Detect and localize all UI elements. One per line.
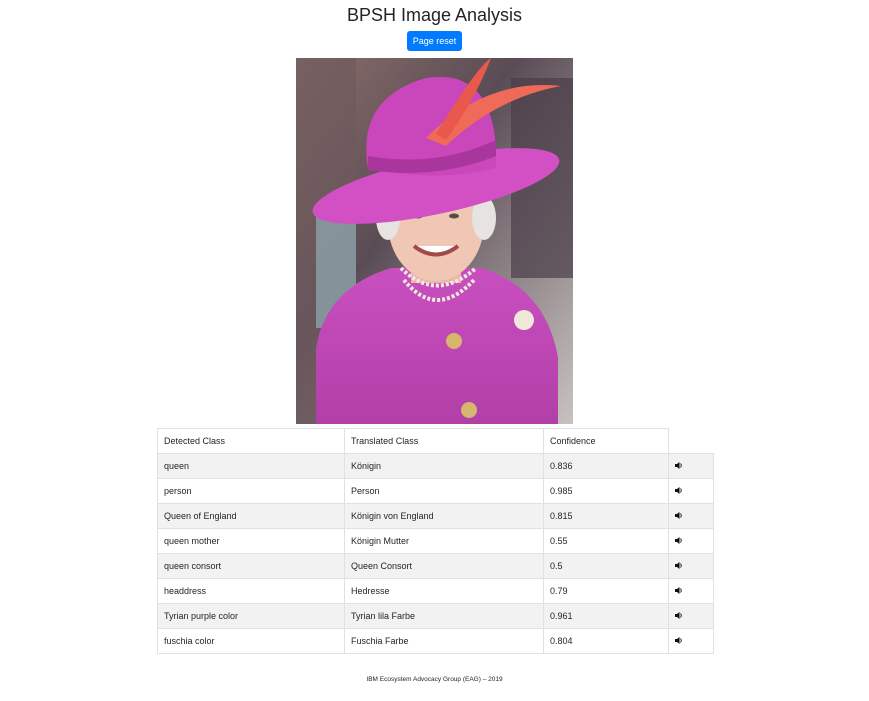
confidence-cell: 0.961 bbox=[543, 603, 669, 629]
confidence-cell: 0.5 bbox=[543, 553, 669, 579]
speaker-icon[interactable] bbox=[675, 486, 683, 496]
table-row: Tyrian purple color Tyrian lila Farbe 0.… bbox=[157, 603, 714, 629]
page-title: BPSH Image Analysis bbox=[346, 5, 523, 25]
translated-class-cell: Fuschia Farbe bbox=[344, 628, 544, 654]
confidence-cell: 0.815 bbox=[543, 503, 669, 529]
footer-text: IBM Ecosystem Advocacy Group (EAG) – 201… bbox=[366, 676, 503, 683]
header-detected-class: Detected Class bbox=[157, 428, 345, 454]
header-translated-class: Translated Class bbox=[344, 428, 544, 454]
detected-class-cell: fuschia color bbox=[157, 628, 345, 654]
header-empty bbox=[669, 429, 714, 454]
play-audio-button[interactable] bbox=[668, 478, 714, 504]
speaker-icon[interactable] bbox=[675, 511, 683, 521]
play-audio-button[interactable] bbox=[668, 603, 714, 629]
page-reset-button[interactable]: Page reset bbox=[407, 31, 462, 51]
table-row: queen consort Queen Consort 0.5 bbox=[157, 553, 714, 579]
table-row: person Person 0.985 bbox=[157, 478, 714, 504]
play-audio-button[interactable] bbox=[668, 628, 714, 654]
detected-class-cell: person bbox=[157, 478, 345, 504]
confidence-cell: 0.55 bbox=[543, 528, 669, 554]
speaker-icon[interactable] bbox=[675, 636, 683, 646]
translated-class-cell: Königin bbox=[344, 453, 544, 479]
header-confidence: Confidence bbox=[543, 428, 669, 454]
speaker-icon[interactable] bbox=[675, 536, 683, 546]
table-row: fuschia color Fuschia Farbe 0.804 bbox=[157, 628, 714, 654]
translated-class-cell: Königin Mutter bbox=[344, 528, 544, 554]
speaker-icon[interactable] bbox=[675, 586, 683, 596]
speaker-icon[interactable] bbox=[675, 611, 683, 621]
play-audio-button[interactable] bbox=[668, 553, 714, 579]
detected-class-cell: headdress bbox=[157, 578, 345, 604]
translated-class-cell: Königin von England bbox=[344, 503, 544, 529]
table-row: Queen of England Königin von England 0.8… bbox=[157, 503, 714, 529]
confidence-cell: 0.79 bbox=[543, 578, 669, 604]
translated-class-cell: Queen Consort bbox=[344, 553, 544, 579]
table-header-row: Detected Class Translated Class Confiden… bbox=[157, 428, 714, 454]
analyzed-image bbox=[296, 58, 573, 424]
detected-class-cell: queen consort bbox=[157, 553, 345, 579]
detected-class-cell: queen bbox=[157, 453, 345, 479]
table-row: headdress Hedresse 0.79 bbox=[157, 578, 714, 604]
play-audio-button[interactable] bbox=[668, 503, 714, 529]
confidence-cell: 0.985 bbox=[543, 478, 669, 504]
results-table: Detected Class Translated Class Confiden… bbox=[157, 428, 714, 654]
speaker-icon[interactable] bbox=[675, 561, 683, 571]
play-audio-button[interactable] bbox=[668, 453, 714, 479]
speaker-icon[interactable] bbox=[675, 461, 683, 471]
play-audio-button[interactable] bbox=[668, 578, 714, 604]
translated-class-cell: Person bbox=[344, 478, 544, 504]
detected-class-cell: Tyrian purple color bbox=[157, 603, 345, 629]
confidence-cell: 0.836 bbox=[543, 453, 669, 479]
table-row: queen mother Königin Mutter 0.55 bbox=[157, 528, 714, 554]
confidence-cell: 0.804 bbox=[543, 628, 669, 654]
translated-class-cell: Hedresse bbox=[344, 578, 544, 604]
translated-class-cell: Tyrian lila Farbe bbox=[344, 603, 544, 629]
play-audio-button[interactable] bbox=[668, 528, 714, 554]
detected-class-cell: queen mother bbox=[157, 528, 345, 554]
table-row: queen Königin 0.836 bbox=[157, 453, 714, 479]
detected-class-cell: Queen of England bbox=[157, 503, 345, 529]
